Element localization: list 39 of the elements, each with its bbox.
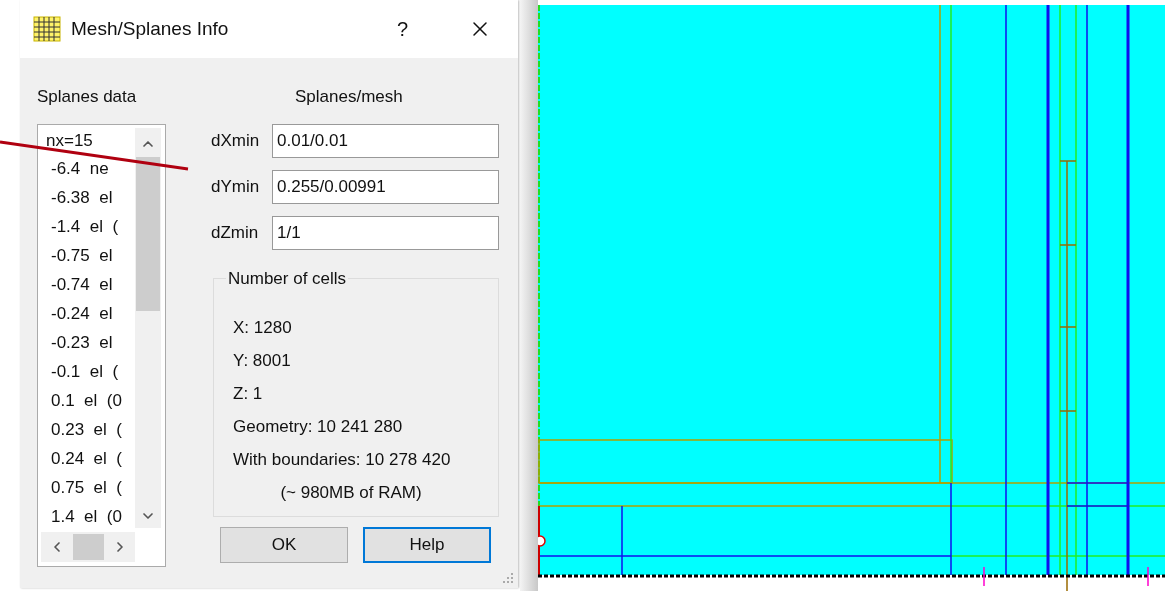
scroll-thumb[interactable] bbox=[73, 534, 104, 560]
list-item[interactable]: 1.4 el (0 bbox=[38, 502, 135, 531]
field-label: dZmin bbox=[211, 222, 260, 245]
list-item[interactable]: -0.1 el ( bbox=[38, 357, 135, 386]
input-field[interactable]: 1/1 bbox=[272, 216, 499, 250]
window-title: Mesh/Splanes Info bbox=[71, 16, 229, 41]
scroll-thumb[interactable] bbox=[136, 157, 160, 311]
input-field[interactable]: 0.01/0.01 bbox=[272, 124, 499, 158]
list-item[interactable]: -6.38 el bbox=[38, 183, 135, 212]
cell-count-text: Z: 1 bbox=[233, 382, 264, 405]
field-label: dXmin bbox=[211, 130, 261, 153]
help-button[interactable]: ? bbox=[388, 14, 416, 44]
list-item[interactable]: 0.24 el ( bbox=[38, 444, 135, 473]
section-label: Splanes data bbox=[37, 86, 138, 108]
input-field[interactable]: 0.255/0.00991 bbox=[272, 170, 499, 204]
memory-note: (~ 980MB of RAM) bbox=[279, 481, 423, 504]
vertical-scrollbar[interactable] bbox=[135, 128, 161, 528]
dialog-button[interactable]: OK bbox=[220, 527, 348, 563]
dialog-button[interactable]: Help bbox=[363, 527, 491, 563]
list-item[interactable]: 0.23 el ( bbox=[38, 415, 135, 444]
list-item[interactable]: 0.1 el (0 bbox=[38, 386, 135, 415]
resize-grip bbox=[502, 572, 514, 584]
cell-count-text: Geometry: 10 241 280 bbox=[233, 415, 404, 438]
list-item[interactable]: -0.23 el bbox=[38, 328, 135, 357]
list-item[interactable]: -1.4 el ( bbox=[38, 212, 135, 241]
list-item[interactable]: nx=15 bbox=[38, 125, 135, 154]
grid-icon bbox=[33, 16, 61, 42]
cell-count-text: X: 1280 bbox=[233, 316, 293, 339]
section-label: Splanes/mesh bbox=[295, 86, 404, 108]
cell-count-text: Y: 8001 bbox=[233, 349, 292, 372]
group-title: Number of cells bbox=[227, 268, 348, 290]
list-item[interactable]: -0.24 el bbox=[38, 299, 135, 328]
horizontal-scrollbar[interactable] bbox=[41, 532, 135, 562]
cell-count-text: With boundaries: 10 278 420 bbox=[233, 448, 452, 471]
list-item[interactable]: -0.74 el bbox=[38, 270, 135, 299]
list-item[interactable]: -6.4 ne bbox=[38, 154, 135, 183]
list-item[interactable]: -0.75 el bbox=[38, 241, 135, 270]
list-item[interactable]: 0.75 el ( bbox=[38, 473, 135, 502]
field-label: dYmin bbox=[211, 176, 261, 199]
